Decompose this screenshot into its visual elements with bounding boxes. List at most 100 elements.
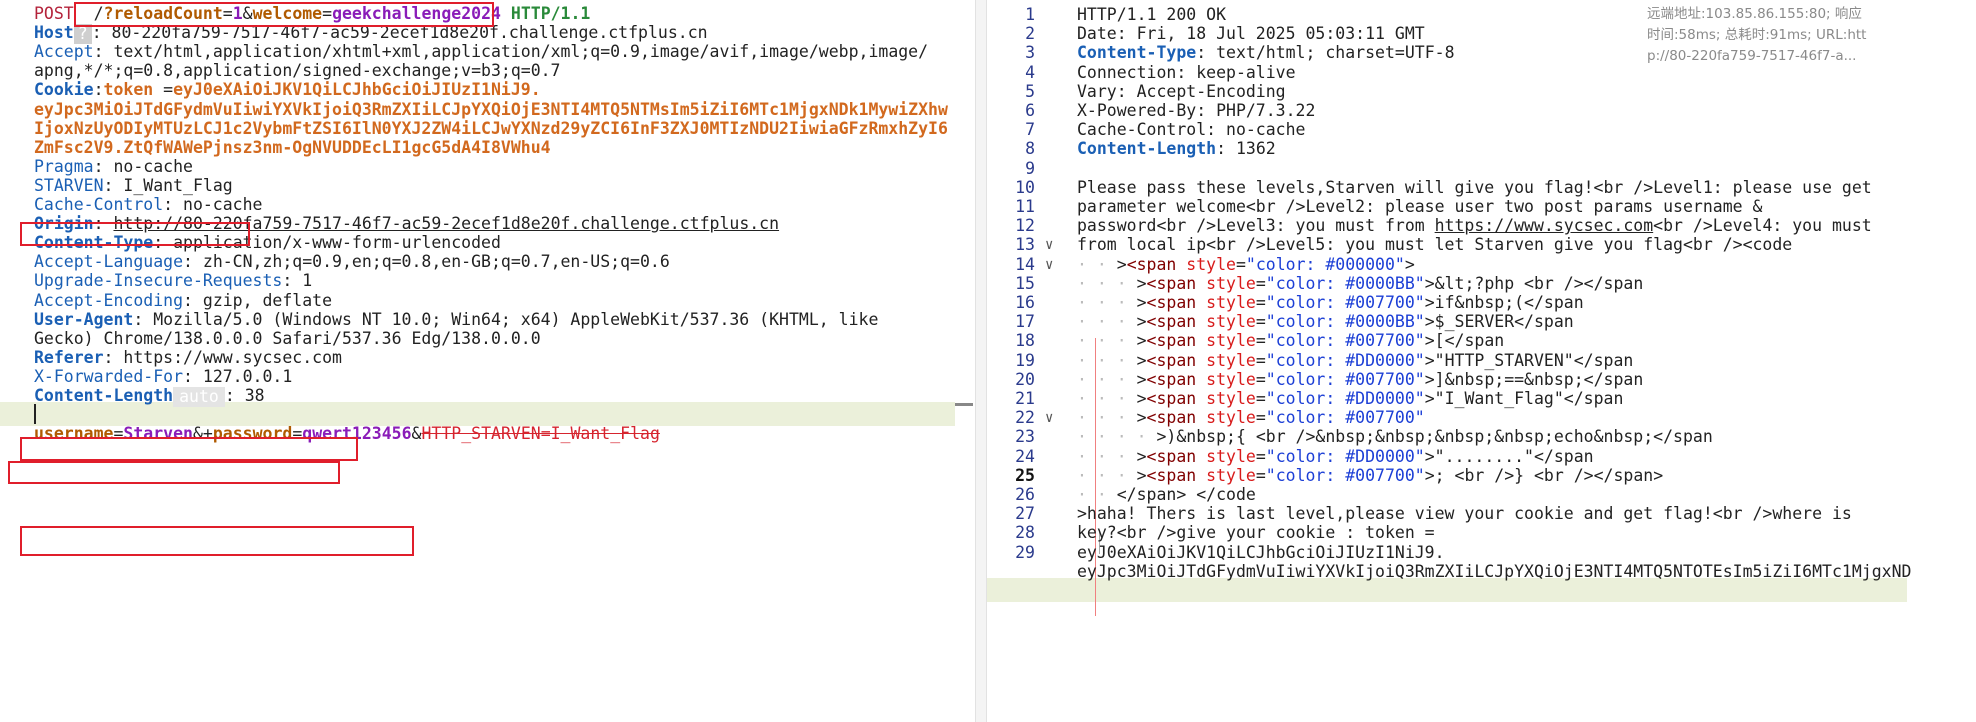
token-tx: > [1136,389,1147,408]
token-dot: · · · [1077,389,1137,408]
token-dot: · · · [1077,331,1137,351]
token-dot: · · · [1077,465,1137,485]
token-tag: <span [1146,273,1197,293]
token-tx [1196,351,1206,370]
token-red: HTTP_STARVEN=I_Want_Flag [421,424,660,444]
token-tx: HTTP/1.1 200 OK [1077,5,1227,24]
token-tx: > [1136,350,1147,370]
token-attr: style [1206,331,1256,351]
token-tx: X-Powered-By: PHP/7.3.22 [1077,101,1316,120]
token-tx: > [1136,331,1147,351]
token-dot: · · · [1077,312,1137,332]
request-line[interactable]: Content-Length auto: 38 [34,384,265,408]
token-tx: : 38 [224,386,265,405]
token-tx: = [1235,254,1246,274]
token-tx: > [1136,465,1147,485]
token-tx: Connection: keep-alive [1077,62,1296,82]
token-tx: >"I_Want_Flag"</span [1424,389,1624,408]
token-tx: = [1255,273,1266,293]
token-tx: password<br />Level3: you must from [1077,216,1435,236]
token-tx: = [1255,293,1266,312]
token-tx: eyJ0eXAiOiJKV1QiLCJhbGciOiJIUzI1NiJ9. [1077,542,1445,562]
token-aval: "color: #DD0000" [1265,446,1425,466]
token-tag: <span [1146,312,1197,332]
token-dot: · · · · [1077,427,1157,447]
token-tx: >if&nbsp;(</span [1424,293,1584,312]
line-number [987,560,1035,584]
token-dot: · · [1077,485,1117,504]
token-kb: Content-Type [1077,43,1197,63]
token-tx: key?<br />give your cookie : token = [1077,523,1435,543]
token-tx: >[</span [1424,331,1505,351]
token-tx [1196,370,1206,389]
token-tx [1196,312,1206,331]
annotation-box-referer [20,437,358,461]
annotation-box-xff [8,461,340,484]
pane-splitter[interactable] [975,0,987,722]
token-tx: >$_SERVER</span [1424,312,1574,332]
token-tx: from local ip<br />Level5: you must let … [1077,235,1793,255]
token-attr: style [1206,312,1256,332]
response-viewer[interactable]: 1 HTTP/1.1 200 OK 2 Date: Fri, 18 Jul 2025 … [987,0,1976,722]
token-tx: >&lt;?php <br /></span [1424,273,1644,293]
token-attr: style [1186,254,1236,274]
token-attr: style [1206,389,1256,408]
scroll-marker[interactable] [955,403,973,406]
token-tx: <br />Level4: you must [1653,216,1872,236]
token-tag: <span [1146,465,1197,485]
token-aval: "color: #0000BB" [1265,312,1425,332]
token-tx: = [1255,369,1266,389]
token-attr: style [1206,273,1256,293]
response-line[interactable]: eyJpc3MiOiJTdGFydmVuIiwiYXVkIjoiQ3RmZXIi… [1077,560,1911,584]
token-tx: >; <br />} <br /></span> [1424,465,1664,485]
token-tx: Please pass these levels,Starven will gi… [1077,177,1872,197]
token-tag: <span [1126,254,1177,274]
token-tx: = [1255,312,1266,332]
token-tx [1196,389,1206,408]
token-tx: > [1136,312,1147,332]
token-tx: > [1136,273,1147,293]
token-tag: <span [1146,350,1197,370]
token-attr: style [1206,408,1256,428]
token-dot: · · · [1077,408,1137,428]
token-tx: >]&nbsp;==&nbsp;</span [1424,369,1644,389]
token-tag: <span [1146,389,1197,408]
token-tx: : text/html; charset=UTF-8 [1196,43,1455,63]
token-dot: · · · [1077,350,1137,370]
token-attr: style [1206,350,1256,370]
token-dot: · · · [1077,446,1137,466]
token-dot: · · · [1077,293,1137,312]
fold-chevron-icon[interactable]: ∨ [1045,406,1053,430]
token-tx [1196,293,1206,312]
token-tx: Date: Fri, 18 Jul 2025 05:03:11 GMT [1077,24,1425,44]
token-tx: = [1255,465,1266,485]
token-tx: = [1255,350,1266,370]
token-aval: "color: #007700" [1265,331,1425,351]
fold-chevron-icon[interactable]: ∨ [1045,253,1053,277]
token-tx: </span> </code [1116,485,1256,504]
token-aval: "color: #0000BB" [1265,273,1425,293]
token-tx: & [411,424,422,444]
token-tx [1176,255,1186,274]
token-tx: = [1255,408,1266,428]
token-tx: > [1136,408,1147,428]
token-tx [1196,466,1206,485]
token-aval: "color: #007700" [1265,408,1425,428]
token-tag: <span [1146,331,1197,351]
response-line[interactable]: Content-Length: 1362 [1077,137,1276,161]
request-editor[interactable]: POST /?reloadCount=1&welcome=geekchallen… [0,0,975,722]
token-tx: > [1116,254,1127,274]
token-tx: : 1362 [1216,139,1276,159]
token-kb: Content-Length [1077,139,1217,159]
token-tx: = [1255,389,1266,408]
token-tx [1196,331,1206,350]
token-dot: · · · [1077,369,1137,389]
token-tag: <span [1146,446,1197,466]
token-attr: style [1206,465,1256,485]
token-aval: "color: #007700" [1265,465,1425,485]
token-tx: eyJpc3MiOiJTdGFydmVuIiwiYXVkIjoiQ3RmZXIi… [1077,561,1912,581]
token-tx: > [1136,293,1147,312]
token-attr: style [1206,369,1256,389]
token-tx: >"........"</span [1424,446,1594,466]
token-tx: >)&nbsp;{ <br />&nbsp;&nbsp;&nbsp;&nbsp;… [1156,427,1713,447]
